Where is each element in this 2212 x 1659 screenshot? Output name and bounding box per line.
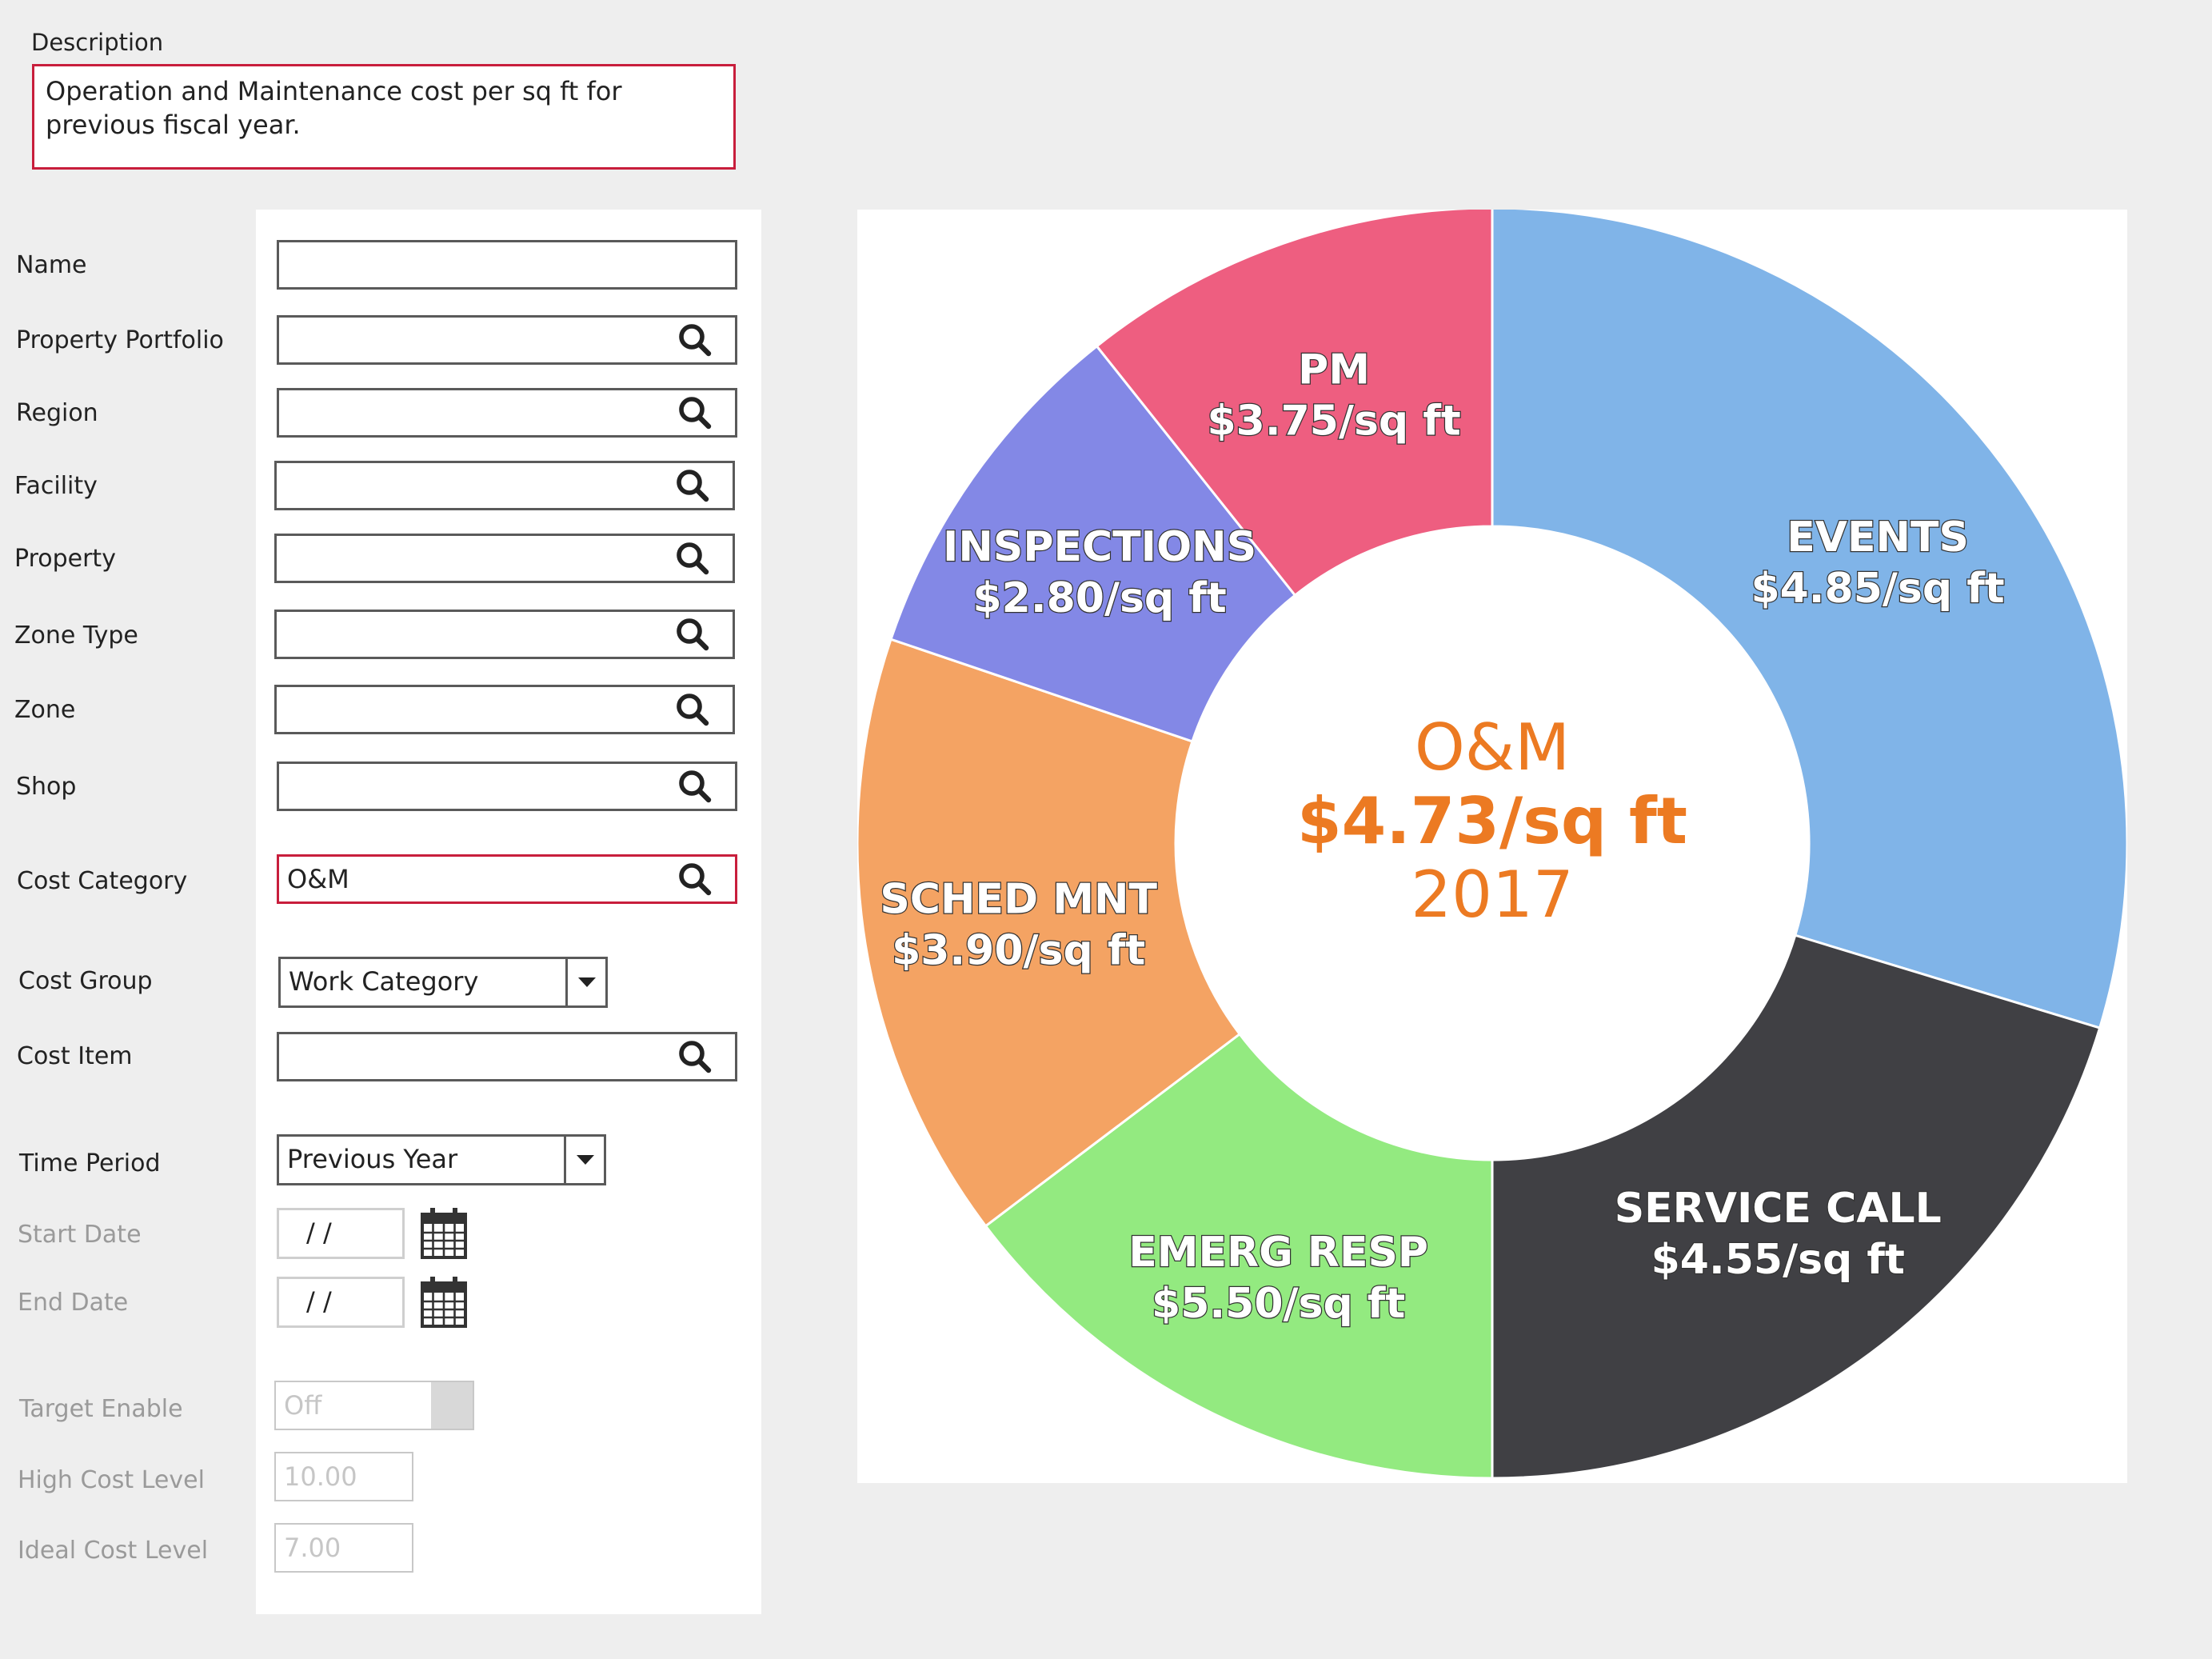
cost-item-input[interactable]: [277, 1032, 737, 1081]
start-date-input[interactable]: / /: [277, 1208, 405, 1259]
donut-chart: EVENTS$4.85/sq ft SERVICE CALL$4.55/sq ft…: [856, 206, 2129, 1480]
donut-slice-events[interactable]: [1491, 206, 2129, 1029]
toggle-knob: [431, 1382, 473, 1429]
high-cost-level-label: High Cost Level: [18, 1466, 205, 1494]
ideal-cost-level-label: Ideal Cost Level: [18, 1537, 209, 1565]
magnifier-icon[interactable]: [676, 860, 714, 898]
slice-label: EVENTS: [1787, 514, 1969, 562]
time-period-label: Time Period: [19, 1149, 161, 1177]
zone-type-input[interactable]: [274, 610, 735, 659]
dropdown-button[interactable]: [564, 1137, 604, 1183]
cost-group-label: Cost Group: [18, 967, 153, 995]
slice-label: EMERG RESP: [1128, 1229, 1428, 1277]
dropdown-button[interactable]: [565, 959, 605, 1005]
cost-category-input[interactable]: O&M: [277, 854, 737, 904]
slice-label: SERVICE CALL: [1615, 1185, 1942, 1233]
slice-value-label: $4.85/sq ft: [1751, 565, 2004, 613]
triangle-down-icon: [576, 1155, 594, 1165]
slice-value-label: $5.50/sq ft: [1152, 1280, 1405, 1328]
end-date-label: End Date: [18, 1289, 129, 1317]
triangle-down-icon: [577, 977, 596, 987]
target-enable-label: Target Enable: [19, 1395, 183, 1423]
magnifier-icon[interactable]: [676, 1037, 714, 1076]
magnifier-icon[interactable]: [673, 615, 712, 654]
high-cost-level-input[interactable]: 10.00: [274, 1452, 413, 1501]
facility-label: Facility: [14, 472, 98, 500]
region-input[interactable]: [277, 388, 737, 438]
facility-input[interactable]: [274, 461, 735, 510]
cost-category-label: Cost Category: [17, 867, 188, 895]
target-enable-toggle[interactable]: Off: [274, 1381, 474, 1430]
name-label: Name: [16, 251, 87, 279]
slice-label: PM: [1298, 346, 1370, 394]
cost-group-select[interactable]: Work Category: [278, 957, 608, 1008]
property-input[interactable]: [274, 534, 735, 583]
slice-label: SCHED MNT: [880, 876, 1157, 924]
start-date-label: Start Date: [18, 1221, 142, 1249]
shop-input[interactable]: [277, 762, 737, 811]
name-input[interactable]: [277, 240, 737, 290]
time-period-select[interactable]: Previous Year: [277, 1134, 606, 1185]
chart-panel: EVENTS $4.85/sq ft SERVICE CALL $4.55/sq ft…: [856, 206, 2129, 1483]
magnifier-icon[interactable]: [676, 767, 714, 806]
property-portfolio-label: Property Portfolio: [16, 326, 224, 354]
center-year: 2017: [1411, 857, 1574, 932]
magnifier-icon[interactable]: [673, 539, 712, 578]
end-date-input[interactable]: / /: [277, 1277, 405, 1328]
zone-label: Zone: [14, 696, 76, 724]
property-label: Property: [14, 545, 116, 573]
zone-input[interactable]: [274, 685, 735, 734]
magnifier-icon[interactable]: [673, 466, 712, 505]
magnifier-icon[interactable]: [676, 321, 714, 359]
magnifier-icon[interactable]: [676, 394, 714, 432]
slice-value-label: $2.80/sq ft: [972, 574, 1226, 622]
property-portfolio-input[interactable]: [277, 315, 737, 365]
center-value: $4.73/sq ft: [1297, 784, 1687, 858]
calendar-icon[interactable]: [421, 1206, 467, 1259]
shop-label: Shop: [16, 773, 77, 801]
region-label: Region: [16, 399, 98, 427]
magnifier-icon[interactable]: [673, 690, 712, 729]
description-field[interactable]: Operation and Maintenance cost per sq ft…: [32, 64, 736, 170]
center-title: O&M: [1415, 710, 1570, 785]
calendar-icon[interactable]: [421, 1275, 467, 1328]
slice-value-label: $4.55/sq ft: [1651, 1236, 1905, 1284]
slice-label: INSPECTIONS: [943, 523, 1256, 571]
ideal-cost-level-input[interactable]: 7.00: [274, 1523, 413, 1573]
zone-type-label: Zone Type: [14, 622, 138, 650]
cost-item-label: Cost Item: [17, 1042, 133, 1070]
chart-center-label: O&M $4.73/sq ft 2017: [1297, 710, 1687, 932]
slice-value-label: $3.90/sq ft: [892, 927, 1145, 975]
description-label: Description: [31, 29, 164, 56]
slice-value-label: $3.75/sq ft: [1207, 398, 1460, 446]
